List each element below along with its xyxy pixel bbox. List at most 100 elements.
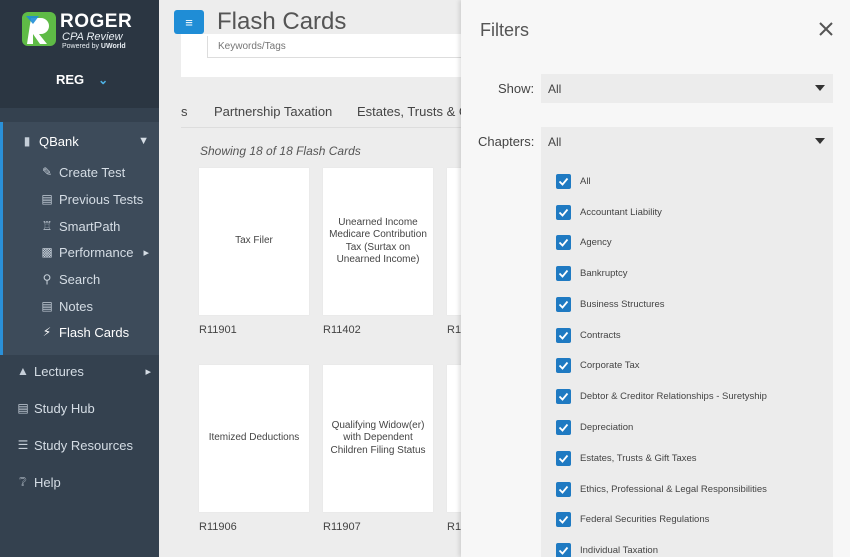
chapter-list: All Accountant Liability Agency Bankrupt…: [541, 155, 833, 557]
chapter-option-label: Accountant Liability: [580, 206, 662, 218]
graduation-cap-icon: ▲: [17, 364, 29, 378]
sidebar-item-label: Lectures: [34, 363, 84, 379]
checkbox-checked-icon[interactable]: [556, 450, 571, 466]
checkbox-checked-icon[interactable]: [556, 357, 571, 373]
chapter-option-label: Contracts: [580, 329, 621, 341]
sidebar-item-label: Study Hub: [34, 400, 95, 416]
sidebar-item-create-test[interactable]: ✎ Create Test: [39, 159, 159, 185]
chapter-option-label: Ethics, Professional & Legal Responsibil…: [580, 483, 767, 495]
sidebar-item-label: Search: [59, 271, 101, 287]
flash-card[interactable]: Itemized Deductions: [199, 365, 309, 512]
sidebar-item-previous-tests[interactable]: ▤ Previous Tests: [39, 186, 159, 212]
list-icon: ▤: [41, 192, 53, 206]
walk-icon: ♖: [41, 219, 53, 233]
caret-down-icon: [815, 85, 825, 91]
sidebar-item-smartpath[interactable]: ♖ SmartPath: [39, 213, 159, 239]
show-select-value: All: [548, 81, 562, 96]
qbank-section: ▮ QBank ▼ ✎ Create Test ▤ Previous Tests…: [0, 122, 159, 355]
chapter-option[interactable]: Bankruptcy: [556, 265, 628, 281]
chapter-option-label: Bankruptcy: [580, 267, 628, 279]
edit-icon: ✎: [41, 165, 53, 179]
checkbox-checked-icon[interactable]: [556, 265, 571, 281]
flash-card[interactable]: Unearned Income Medicare Contribution Ta…: [323, 168, 433, 315]
sidebar-item-performance[interactable]: ▩ Performance ▸: [39, 239, 159, 265]
checkbox-checked-icon[interactable]: [556, 481, 571, 497]
checkbox-checked-icon[interactable]: [556, 173, 571, 189]
exam-selector-value: REG: [56, 72, 85, 87]
sidebar-item-study-resources[interactable]: ☰ Study Resources: [16, 434, 133, 456]
chapter-option-label: Corporate Tax: [580, 359, 640, 371]
brand-title: ROGER: [60, 11, 133, 32]
hamburger-icon: ≡: [185, 14, 193, 30]
note-icon: ▤: [41, 299, 53, 313]
chapter-option-label: Depreciation: [580, 421, 634, 433]
chapter-option[interactable]: Ethics, Professional & Legal Responsibil…: [556, 481, 767, 497]
flash-card[interactable]: Tax Filer: [199, 168, 309, 315]
search-panel: [181, 34, 477, 77]
checkbox-checked-icon[interactable]: [556, 234, 571, 250]
sidebar-item-search[interactable]: ⚲ Search: [39, 266, 159, 292]
chevron-right-icon: ▸: [143, 246, 149, 259]
sidebar-item-help[interactable]: ❔︎ Help: [16, 471, 60, 493]
checkbox-checked-icon[interactable]: [556, 327, 571, 343]
checkbox-checked-icon[interactable]: [556, 204, 571, 220]
page-title: Flash Cards: [217, 8, 347, 35]
resources-icon: ☰: [17, 438, 29, 452]
chapter-option-all[interactable]: All: [556, 173, 591, 189]
chapter-option[interactable]: Depreciation: [556, 419, 633, 435]
filters-title: Filters: [480, 20, 529, 40]
checkbox-checked-icon[interactable]: [556, 296, 571, 312]
chapters-label: Chapters:: [478, 134, 535, 149]
chapter-option[interactable]: Accountant Liability: [556, 204, 662, 220]
sidebar-item-label: Study Resources: [34, 437, 133, 453]
sidebar-item-label: SmartPath: [59, 218, 121, 234]
sidebar-item-qbank[interactable]: ▮ QBank ▼: [19, 128, 159, 154]
chapter-option-label: Individual Taxation: [580, 544, 658, 556]
flash-card[interactable]: Qualifying Widow(er) with Dependent Chil…: [323, 365, 433, 512]
chapters-select-value: All: [548, 134, 562, 149]
sidebar-item-study-hub[interactable]: ▤ Study Hub: [16, 397, 95, 419]
checkbox-checked-icon[interactable]: [556, 388, 571, 404]
show-select[interactable]: All: [541, 74, 833, 103]
flash-card-id: R1: [447, 324, 462, 336]
tab-estates-trusts[interactable]: Estates, Trusts & Gi: [357, 104, 471, 119]
chapters-select[interactable]: All: [541, 127, 833, 156]
brand-subtitle: CPA Review: [62, 31, 123, 43]
chapter-option[interactable]: Contracts: [556, 327, 621, 343]
chapter-option[interactable]: Business Structures: [556, 296, 664, 312]
brand-powered-prefix: Powered by: [62, 43, 101, 50]
sidebar-item-notes[interactable]: ▤ Notes: [39, 293, 159, 319]
chapter-option[interactable]: Corporate Tax: [556, 357, 640, 373]
exam-selector[interactable]: REG ⌄: [56, 72, 108, 87]
checkbox-checked-icon[interactable]: [556, 511, 571, 527]
flash-card-text: Tax Filer: [235, 235, 273, 247]
chapter-option[interactable]: Agency: [556, 234, 612, 250]
checkbox-checked-icon[interactable]: [556, 419, 571, 435]
flash-card-id: R11907: [323, 521, 361, 533]
chapter-option[interactable]: Debtor & Creditor Relationships - Surety…: [556, 388, 767, 404]
chapter-option[interactable]: Estates, Trusts & Gift Taxes: [556, 450, 697, 466]
help-icon: ❔︎: [19, 474, 27, 489]
sidebar-item-lectures[interactable]: ▲ Lectures ▸: [16, 360, 151, 382]
flash-card-id: R11402: [323, 324, 361, 336]
tab-partnership-taxation[interactable]: Partnership Taxation: [214, 104, 332, 119]
chapter-tabs: s Partnership Taxation Estates, Trusts &…: [181, 96, 471, 128]
caret-up-icon: [815, 138, 825, 144]
chapter-option-label: Federal Securities Regulations: [580, 513, 710, 525]
show-label: Show:: [498, 81, 535, 96]
close-icon[interactable]: [817, 20, 835, 38]
brand-powered-by: UWorld: [100, 43, 126, 50]
menu-toggle-button[interactable]: ≡: [174, 10, 204, 34]
flash-card-id: R1: [447, 521, 462, 533]
keywords-input[interactable]: [207, 36, 477, 58]
tab-previous[interactable]: s: [181, 104, 188, 119]
sidebar-item-label: Previous Tests: [59, 191, 144, 207]
chapter-option[interactable]: Federal Securities Regulations: [556, 511, 709, 527]
checkbox-checked-icon[interactable]: [556, 542, 571, 557]
roger-logo-icon: [22, 12, 56, 46]
sidebar-item-label: Create Test: [59, 164, 126, 180]
chapter-option[interactable]: Individual Taxation: [556, 542, 658, 557]
showing-count: Showing 18 of 18 Flash Cards: [200, 144, 361, 158]
bolt-icon: ⚡︎: [42, 325, 52, 339]
sidebar-item-flash-cards[interactable]: ⚡︎ Flash Cards: [39, 319, 159, 345]
